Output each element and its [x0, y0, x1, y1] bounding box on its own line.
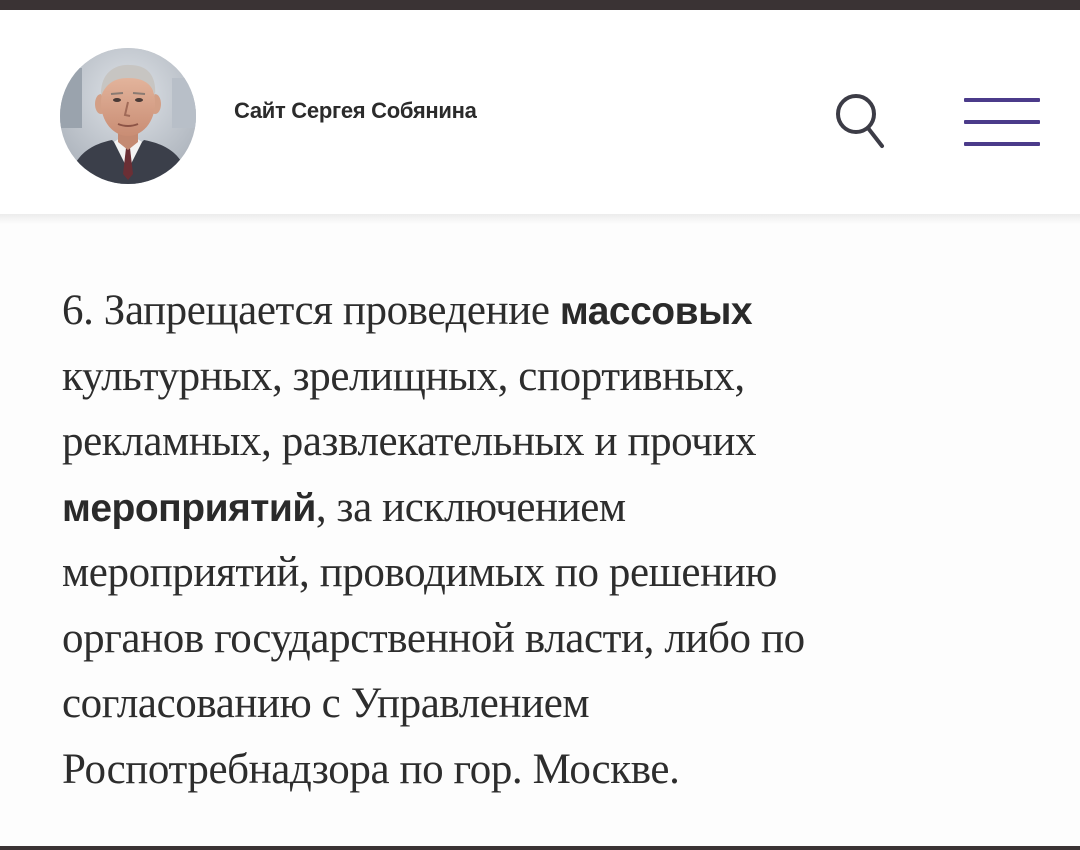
site-title[interactable]: Сайт Сергея Собянина — [234, 98, 477, 124]
bottom-border — [0, 846, 1080, 850]
text-segment: мероприятий, проводимых по решению — [62, 549, 778, 596]
text-segment: , за исключением — [315, 483, 626, 531]
article-line: согласованию с Управлением — [62, 671, 1052, 737]
bold-text-segment: мероприятий — [62, 486, 316, 530]
page-frame: Сайт Сергея Собянина 6. Запрещается пров… — [0, 10, 1080, 846]
text-segment: согласованию с Управлением — [62, 680, 590, 727]
text-segment: рекламных, развлекательных и прочих — [62, 418, 757, 465]
article-line: Роспотребнадзора по гор. Москве. — [62, 737, 1052, 803]
portrait-photo-icon — [60, 48, 196, 184]
article-line: мероприятий, проводимых по решению — [62, 540, 1052, 606]
site-header: Сайт Сергея Собянина — [0, 10, 1080, 214]
menu-bar-top — [964, 98, 1040, 102]
article-text: 6. Запрещается проведение массовых культу… — [62, 278, 1052, 802]
article-line: рекламных, развлекательных и прочих — [62, 409, 1052, 475]
article-line: органов государственной власти, либо по — [62, 606, 1052, 672]
text-segment: органов государственной власти, либо по — [62, 614, 805, 662]
menu-button[interactable] — [962, 92, 1044, 152]
bold-text-segment: массовых — [559, 290, 753, 333]
article-line: мероприятий, за исключением — [62, 475, 1052, 541]
text-segment: культурных, зрелищных, спортивных, — [62, 352, 745, 400]
menu-bar-middle — [964, 120, 1040, 124]
article-line: культурных, зрелищных, спортивных, — [62, 344, 1052, 410]
article-line: 6. Запрещается проведение массовых — [62, 278, 1052, 344]
menu-bar-bottom — [964, 142, 1040, 146]
search-button[interactable] — [832, 90, 888, 152]
text-segment: Роспотребнадзора по гор. Москве. — [62, 745, 680, 793]
avatar[interactable] — [60, 48, 196, 184]
text-segment: 6. Запрещается проведение — [62, 287, 560, 334]
search-icon — [836, 94, 884, 148]
header-divider — [0, 214, 1080, 224]
